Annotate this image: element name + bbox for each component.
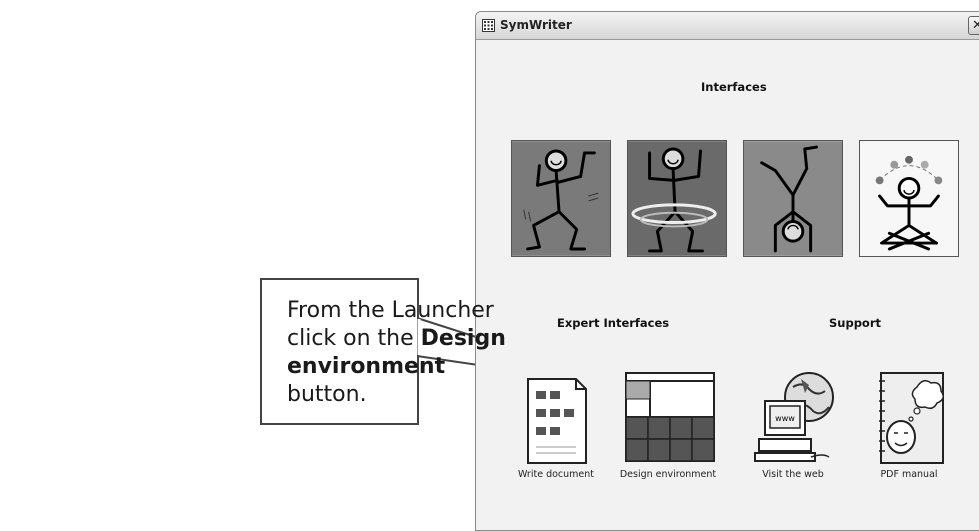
design-environment-label: Design environment [619,469,717,480]
pdf-manual-button[interactable] [859,367,959,467]
svg-text:www: www [775,414,795,423]
visit-web-label: Visit the web [762,469,824,480]
design-environment-button[interactable] [618,367,718,467]
callout-line-3-bold: environment [287,354,446,379]
write-document-label: Write document [517,469,595,480]
hula-hoop-figure-icon [628,141,726,256]
interfaces-heading: Interfaces [701,80,767,94]
write-document-button[interactable] [506,367,606,467]
window-title: SymWriter [500,18,572,32]
callout-line-3-suffix: button. [287,382,367,407]
callout-text: From the Launcher click on the Design en… [287,297,517,409]
support-heading: Support [829,316,882,330]
close-button[interactable]: ✕ [968,16,979,35]
dancing-figure-icon [512,141,610,256]
document-icon [527,378,587,464]
callout-line-2-bold: Design [420,326,506,351]
callout-line-1: From the Launcher [287,298,494,323]
interface-tile-1[interactable] [511,140,611,257]
grid-layout-icon [625,372,715,462]
callout-line-3: environment button. [287,353,517,409]
callout-line-2: click on the Design [287,325,517,353]
close-icon: ✕ [972,18,979,33]
app-grid-icon [482,19,495,32]
symwriter-window: SymWriter ✕ Interfaces [475,11,979,531]
pdf-manual-label: PDF manual [880,469,938,480]
expert-interfaces-heading: Expert Interfaces [557,316,670,330]
interface-tile-2[interactable] [627,140,727,257]
interface-tile-3[interactable] [743,140,843,257]
title-bar[interactable]: SymWriter ✕ [476,12,979,40]
globe-computer-icon: www [754,372,834,462]
manual-icon [879,372,944,464]
handstand-figure-icon [744,141,842,256]
callout-line-2-prefix: click on the [287,326,421,351]
juggling-figure-icon [860,141,958,256]
interface-tile-4[interactable] [859,140,959,257]
visit-web-button[interactable]: www [743,367,843,467]
